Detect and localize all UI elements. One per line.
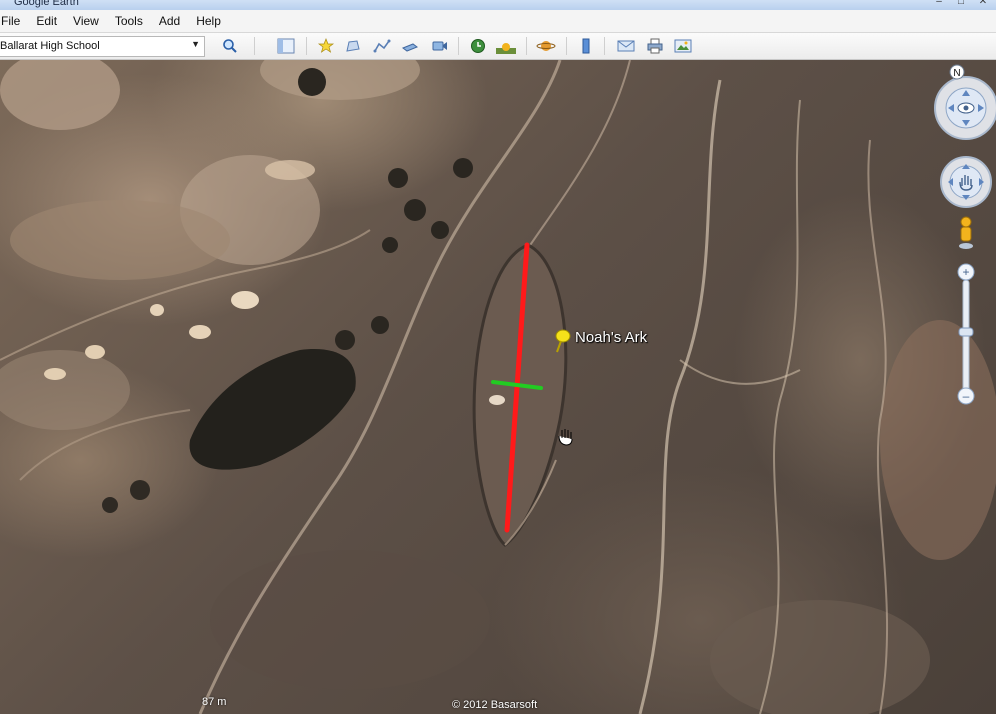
- chevron-down-icon[interactable]: ▼: [191, 39, 200, 49]
- record-tour-icon[interactable]: [430, 37, 450, 55]
- menu-view[interactable]: View: [65, 14, 107, 28]
- path-icon[interactable]: [372, 37, 392, 55]
- toolbar-separator: [604, 37, 605, 55]
- menu-edit[interactable]: Edit: [28, 14, 65, 28]
- eye-icon: [957, 102, 975, 114]
- menu-bar: File Edit View Tools Add Help: [0, 10, 996, 33]
- menu-tools[interactable]: Tools: [107, 14, 151, 28]
- toolbar: ▼: [0, 33, 996, 60]
- close-button[interactable]: ✕: [974, 0, 992, 9]
- placemark-icon[interactable]: [316, 37, 336, 55]
- minimize-button[interactable]: –: [930, 0, 948, 9]
- search-box[interactable]: ▼: [0, 36, 205, 57]
- toolbar-separator: [566, 37, 567, 55]
- zoom-in-button: +: [962, 265, 969, 279]
- search-icon[interactable]: [220, 37, 240, 55]
- sunlight-icon[interactable]: [496, 37, 516, 55]
- historical-imagery-icon[interactable]: [468, 37, 488, 55]
- window-controls: – □ ✕: [930, 0, 992, 9]
- navigation-controls: N + –: [932, 60, 996, 420]
- copyright-label: © 2012 Basarsoft: [452, 699, 538, 711]
- menu-file[interactable]: File: [0, 14, 28, 28]
- zoom-thumb: [958, 327, 974, 337]
- toolbar-separator: [306, 37, 307, 55]
- menu-add[interactable]: Add: [151, 14, 188, 28]
- placemark-label[interactable]: Noah's Ark: [575, 329, 647, 346]
- zoom-out-button: –: [963, 389, 970, 403]
- email-icon[interactable]: [616, 37, 636, 55]
- search-input[interactable]: [0, 37, 180, 55]
- planets-icon[interactable]: [536, 37, 556, 55]
- compass-north[interactable]: N: [949, 64, 965, 80]
- sidebar-toggle-icon[interactable]: [276, 37, 296, 55]
- window-title: Google Earth: [14, 0, 79, 8]
- maximize-button[interactable]: □: [952, 0, 970, 9]
- compass-north-label: N: [953, 68, 960, 79]
- image-overlay-icon[interactable]: [400, 37, 420, 55]
- print-icon[interactable]: [645, 37, 665, 55]
- toolbar-separator: [254, 37, 255, 55]
- toolbar-separator: [458, 37, 459, 55]
- title-bar: Google Earth – □ ✕: [0, 0, 996, 10]
- ruler-icon[interactable]: [576, 37, 596, 55]
- pegman-icon[interactable]: [959, 216, 973, 249]
- hand-cursor-icon: [558, 429, 573, 446]
- toolbar-separator: [526, 37, 527, 55]
- scale-label: 87 m: [202, 696, 227, 708]
- satellite-imagery: [0, 60, 996, 714]
- menu-help[interactable]: Help: [188, 14, 229, 28]
- zoom-slider[interactable]: + –: [957, 263, 975, 405]
- move-joystick[interactable]: [940, 156, 992, 208]
- map-view[interactable]: Noah's Ark N + – 87 m © 2012 Basarsoft: [0, 60, 996, 714]
- save-image-icon[interactable]: [673, 37, 693, 55]
- polygon-icon[interactable]: [343, 37, 363, 55]
